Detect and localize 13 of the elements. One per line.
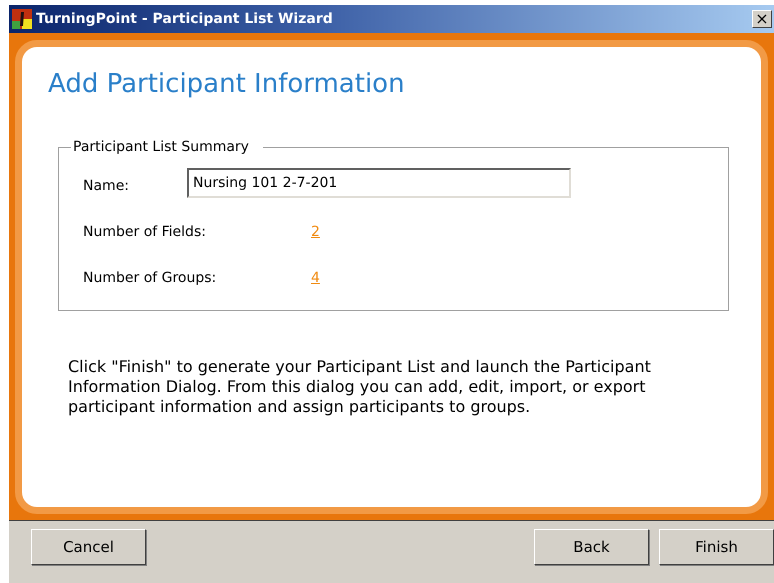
close-button[interactable]: × (752, 10, 772, 28)
summary-label: Number of Fields: (83, 224, 207, 240)
description-text: Click "Finish" to generate your Participant List and launch the Participant Information Dialog. From this dialog you can add, edit, import, or export participant information and assign participants to groups. (68, 357, 652, 417)
summary-label: Number of Groups: (83, 270, 218, 286)
window-title: TurningPoint - Participant List Wizard (36, 11, 334, 27)
wizard-button[interactable]: Finish (659, 529, 774, 565)
app-icon (12, 9, 32, 29)
cancel-button[interactable]: Cancel (31, 529, 146, 565)
name-field[interactable]: Nursing 101 2-7-201 (187, 168, 571, 198)
wizard-button[interactable]: Back (534, 529, 649, 565)
group-legend: Participant List Summary (71, 139, 263, 155)
name-label: Name: (83, 178, 130, 194)
page-heading: Add Participant Information (48, 69, 406, 99)
